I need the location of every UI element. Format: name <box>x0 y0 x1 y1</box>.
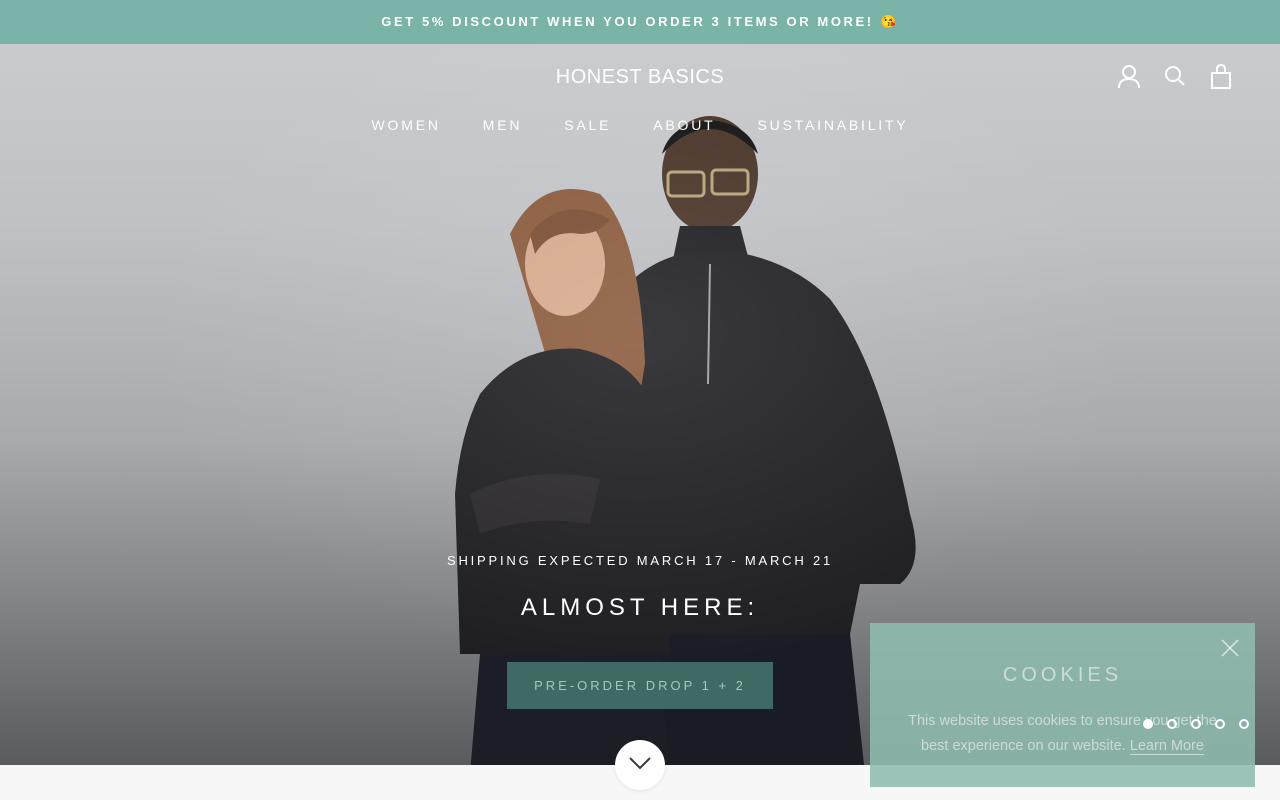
nav-item-about[interactable]: ABOUT <box>653 117 715 133</box>
slideshow-dots <box>1143 719 1249 729</box>
nav-item-men[interactable]: MEN <box>483 117 523 133</box>
site-header: HONEST BASICS WOMEN MEN SALE ABOUT SUSTA… <box>0 44 1280 144</box>
nav-item-sustainability[interactable]: SUSTAINABILITY <box>758 117 909 133</box>
slide-dot-4[interactable] <box>1215 719 1225 729</box>
nav-item-sale[interactable]: SALE <box>564 117 611 133</box>
search-icon[interactable] <box>1164 64 1186 90</box>
chevron-down-icon <box>628 756 652 775</box>
preorder-button[interactable]: PRE-ORDER DROP 1 + 2 <box>507 662 773 709</box>
learn-more-link[interactable]: Learn More <box>1129 738 1204 755</box>
cart-bag-icon[interactable] <box>1210 63 1232 90</box>
slide-dot-5[interactable] <box>1239 719 1249 729</box>
account-icon[interactable] <box>1118 64 1140 90</box>
hero-heading: ALMOST HERE: <box>520 594 760 621</box>
site-logo[interactable]: HONEST BASICS <box>0 66 1280 89</box>
main-nav: WOMEN MEN SALE ABOUT SUSTAINABILITY <box>0 117 1280 133</box>
slide-dot-1[interactable] <box>1143 719 1153 729</box>
header-actions <box>1118 63 1232 90</box>
cookie-title: COOKIES <box>1002 664 1123 686</box>
slide-dot-2[interactable] <box>1167 719 1177 729</box>
announcement-bar: GET 5% DISCOUNT WHEN YOU ORDER 3 ITEMS O… <box>0 0 1280 44</box>
hero-subheading: SHIPPING EXPECTED MARCH 17 - MARCH 21 <box>446 553 834 568</box>
cookie-banner: COOKIES This website uses cookies to ens… <box>870 623 1255 787</box>
close-icon[interactable] <box>1221 639 1239 657</box>
scroll-down-button[interactable] <box>615 740 665 790</box>
announcement-text: GET 5% DISCOUNT WHEN YOU ORDER 3 ITEMS O… <box>381 14 899 29</box>
nav-item-women[interactable]: WOMEN <box>372 117 441 133</box>
cookie-text: This website uses cookies to ensure you … <box>900 709 1225 759</box>
slide-dot-3[interactable] <box>1191 719 1201 729</box>
